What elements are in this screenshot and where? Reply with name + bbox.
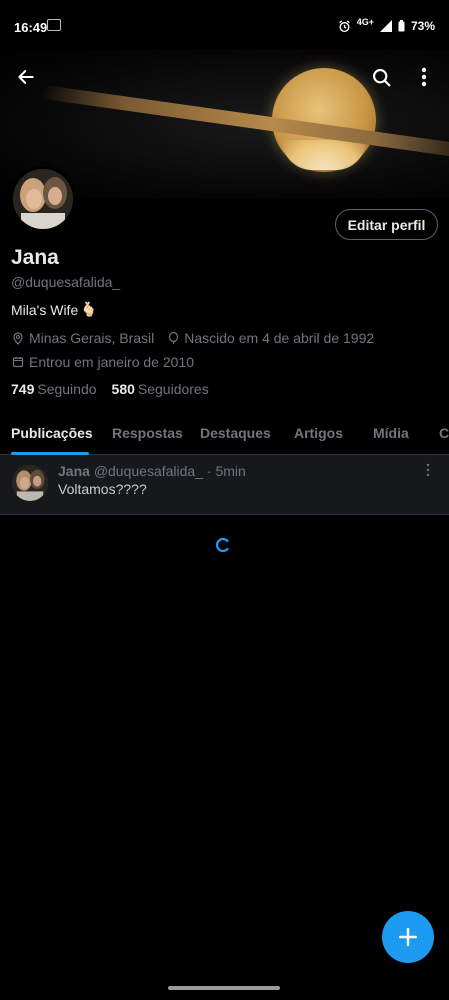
battery-level: 73% [410,19,435,33]
following-link[interactable]: 749 Seguindo [11,381,97,397]
profile-handle: @duquesafalida_ [11,274,121,290]
following-label: Seguindo [37,381,97,397]
more-options-button[interactable] [407,60,441,94]
banner-ring [41,84,449,158]
arrow-left-icon [18,70,34,84]
tab-respostas[interactable]: Respostas [112,425,183,441]
profile-meta-row-2: Entrou em janeiro de 2010 [11,354,194,370]
post-text: Voltamos???? [58,481,147,497]
follow-stats: 749 Seguindo 580 Seguidores [11,381,209,397]
post-author-handle[interactable]: @duquesafalida_ [94,463,203,479]
calendar-icon [11,355,25,369]
battery-icon [398,20,405,32]
profile-location: Minas Gerais, Brasil [29,330,155,346]
profile-tabs: Publicações Respostas Destaques Artigos … [0,412,449,455]
edit-profile-button[interactable]: Editar perfil [335,209,438,240]
profile-joined: Entrou em janeiro de 2010 [29,354,194,370]
profile-meta-row-1: Minas Gerais, Brasil Nascido em 4 de abr… [11,330,374,346]
tab-midia[interactable]: Mídia [373,425,409,441]
status-time: 16:49 [14,20,48,35]
following-count: 749 [11,381,35,397]
post-more-icon[interactable] [421,463,435,477]
post-time: 5min [215,463,246,479]
notification-icon [47,19,61,31]
followers-label: Seguidores [137,381,209,397]
network-type: 4G+ [356,17,374,27]
profile-birthday: Nascido em 4 de abril de 1992 [184,330,375,346]
gesture-navigation-bar[interactable] [168,986,280,990]
profile-name: Jana [11,246,59,269]
alarm-icon [338,20,350,32]
status-indicators: 4G+ 73% [338,17,435,33]
profile-bio: Mila's Wife 🫰🏻 [11,301,98,318]
location-pin-icon [11,331,25,345]
balloon-icon [166,331,180,345]
bio-emoji: 🫰🏻 [80,301,98,317]
compose-button[interactable] [382,911,434,963]
post-item[interactable]: Jana @duquesafalida_ · 5min Voltamos???? [0,455,449,515]
post-avatar[interactable] [12,465,48,501]
tab-more[interactable]: C [439,425,449,441]
post-avatar-photo [12,465,48,501]
search-icon [372,68,390,86]
loading-spinner-icon [216,537,229,553]
followers-link[interactable]: 580 Seguidores [112,381,209,397]
back-button[interactable] [9,60,43,94]
tab-artigos[interactable]: Artigos [294,425,343,441]
avatar-photo [13,169,73,229]
plus-icon [399,928,417,946]
tab-publicacoes[interactable]: Publicações [11,425,93,441]
post-separator: · [206,463,212,479]
post-author-name[interactable]: Jana [58,463,90,479]
banner-moon-glow [282,140,366,170]
followers-count: 580 [111,381,135,397]
status-bar: 16:49 4G+ 73% [0,0,449,50]
bio-text: Mila's Wife [11,301,79,318]
tab-destaques[interactable]: Destaques [200,425,271,441]
signal-icon [379,20,392,32]
more-vertical-icon [421,67,427,87]
search-button[interactable] [364,60,398,94]
post-header: Jana @duquesafalida_ · 5min [58,463,246,479]
profile-avatar[interactable] [10,166,76,232]
